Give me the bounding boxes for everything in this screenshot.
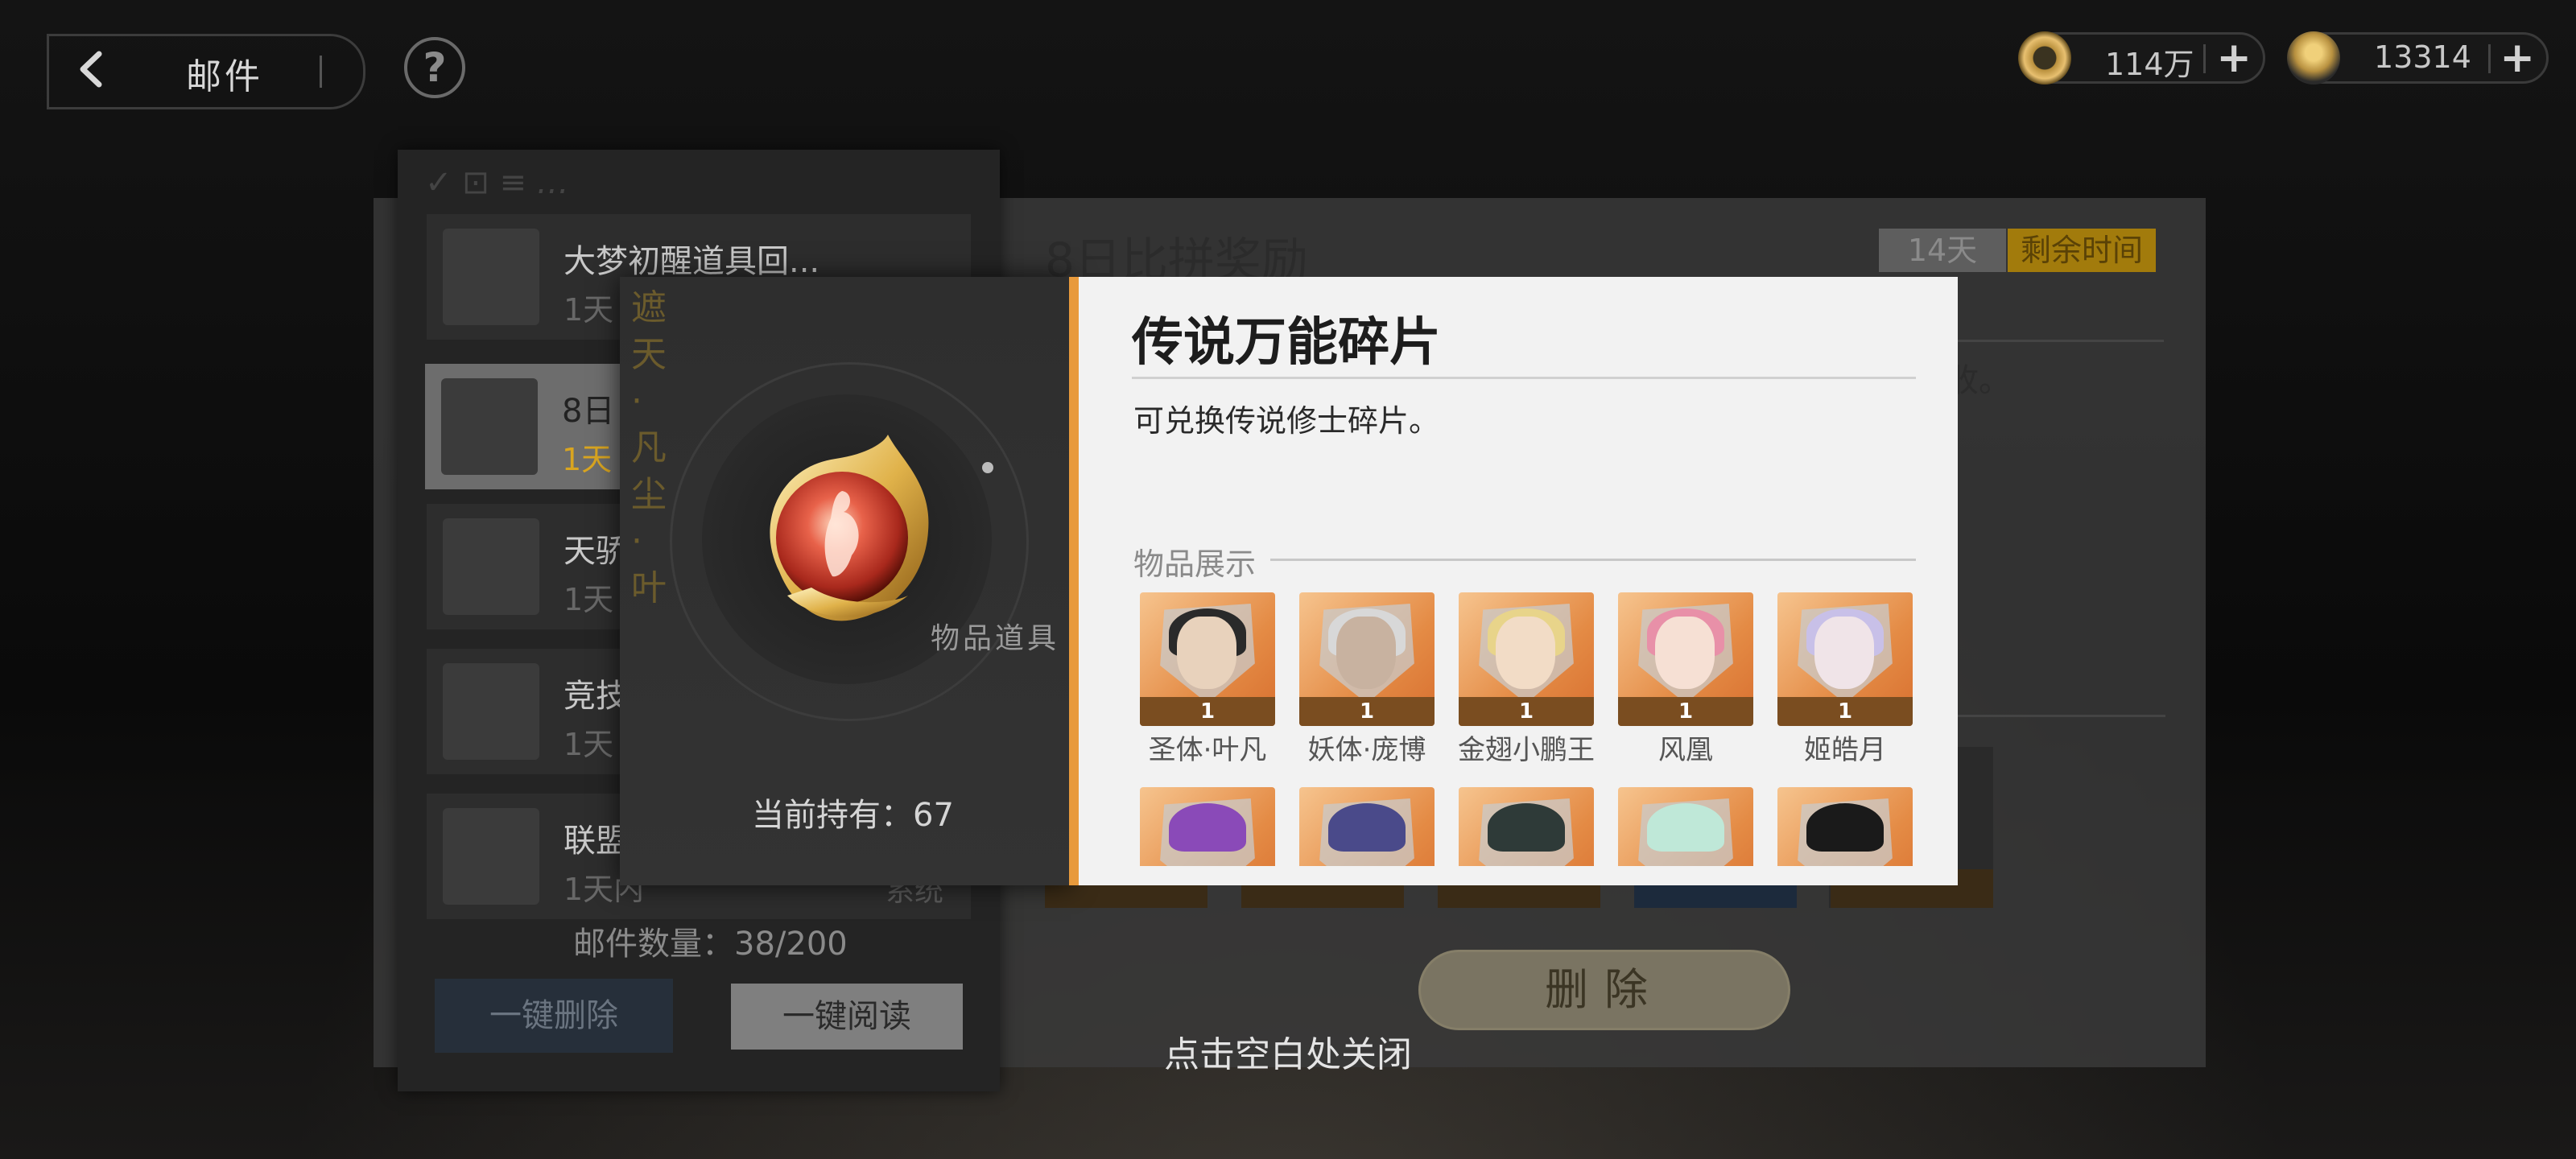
- currency-gems: 13314 +: [2287, 31, 2549, 85]
- item-type-label: 物品道具: [931, 622, 1060, 655]
- hero-card[interactable]: [1299, 787, 1435, 866]
- item-info-panel: 传说万能碎片 可兑换传说修士碎片。 物品展示 1 圣体·叶凡 1 妖体·庞博 1…: [1069, 277, 1958, 885]
- add-coins-button[interactable]: +: [2216, 37, 2252, 79]
- hero-name: 圣体·叶凡: [1148, 734, 1267, 766]
- card-count: 1: [1618, 697, 1753, 726]
- mail-envelope-icon: [443, 808, 539, 905]
- hero-portrait: [1806, 803, 1884, 852]
- read-all-button[interactable]: 一键阅读: [731, 984, 963, 1050]
- hero-face: [1496, 617, 1555, 689]
- days-badge: 14天: [1879, 229, 2006, 272]
- mail-envelope-icon: [443, 518, 539, 615]
- hero-card[interactable]: 1: [1140, 592, 1275, 726]
- hero-card[interactable]: 1: [1618, 592, 1753, 726]
- card-count: 1: [1459, 697, 1594, 726]
- divider: [1932, 715, 2165, 717]
- hero-card[interactable]: 1: [1777, 592, 1913, 726]
- mail-envelope-icon: [441, 378, 538, 475]
- mail-time: 1天: [562, 442, 613, 477]
- mail-title: 竞技: [564, 678, 628, 715]
- coin-icon: [2018, 31, 2071, 85]
- divider: [1132, 377, 1916, 379]
- gem-amount: 13314: [2374, 39, 2471, 75]
- close-hint[interactable]: 点击空白处关闭: [1164, 1025, 1412, 1077]
- hero-name: 金翅小鹏王: [1458, 734, 1595, 766]
- item-description: 可兑换传说修士碎片。: [1133, 403, 1440, 439]
- hero-portrait: [1328, 803, 1406, 852]
- series-vertical-text: 遮天·凡尘·叶: [631, 287, 667, 608]
- item-art-panel: 遮天·凡尘·叶 物品道具 当前持有：67: [620, 277, 1071, 885]
- back-button[interactable]: 邮件: [47, 34, 365, 109]
- card-count: 1: [1777, 697, 1913, 726]
- hero-name: 风凰: [1658, 734, 1713, 766]
- remaining-time-badge: 剩余时间: [2008, 229, 2156, 272]
- divider: [320, 56, 322, 88]
- currency-coins: 114万 +: [2018, 31, 2265, 85]
- mail-time: 1天: [564, 292, 614, 328]
- showcase-grid[interactable]: 1 圣体·叶凡 1 妖体·庞博 1 金翅小鹏王 1 风凰 1 姬皓月: [1140, 592, 1929, 866]
- divider: [2203, 44, 2206, 73]
- mail-title: 天骄: [564, 533, 628, 570]
- hero-card[interactable]: [1618, 787, 1753, 866]
- hero-card[interactable]: [1777, 787, 1913, 866]
- coin-amount: 114万: [2105, 47, 2194, 82]
- hero-card[interactable]: 1: [1459, 592, 1594, 726]
- card-count: 1: [1299, 697, 1435, 726]
- hero-face: [1655, 617, 1715, 689]
- list-header-decoration: ✓ ⊡ ≡ …: [425, 164, 569, 201]
- delete-button[interactable]: 删除: [1418, 950, 1790, 1030]
- hero-name: 姬皓月: [1804, 734, 1886, 766]
- item-name: 传说万能碎片: [1132, 313, 1441, 373]
- help-button[interactable]: ?: [404, 37, 465, 98]
- mail-time: 1天: [564, 727, 614, 762]
- delete-all-button[interactable]: 一键删除: [435, 979, 673, 1053]
- hero-card[interactable]: [1140, 787, 1275, 866]
- mail-title: 联盟: [564, 823, 628, 860]
- hero-card[interactable]: [1459, 787, 1594, 866]
- gem-icon: [2287, 31, 2340, 85]
- hero-card[interactable]: 1: [1299, 592, 1435, 726]
- mail-envelope-icon: [443, 229, 539, 325]
- mail-title: 大梦初醒道具回...: [564, 243, 820, 280]
- hero-name: 妖体·庞博: [1307, 734, 1426, 766]
- hero-face: [1336, 617, 1396, 689]
- hero-portrait: [1169, 803, 1246, 852]
- mail-envelope-icon: [443, 663, 539, 760]
- hero-face: [1177, 617, 1236, 689]
- back-arrow-icon: [80, 51, 102, 88]
- showcase-label: 物品展示: [1133, 547, 1257, 582]
- ring-dot: [982, 462, 993, 473]
- divider: [2488, 44, 2491, 73]
- hero-face: [1814, 617, 1874, 689]
- add-gems-button[interactable]: +: [2500, 37, 2535, 79]
- hero-portrait: [1647, 803, 1724, 852]
- card-count: 1: [1140, 697, 1275, 726]
- page-title: 邮件: [186, 56, 263, 97]
- mail-time: 1天: [564, 582, 614, 617]
- legend-fragment-orb-icon: [770, 435, 929, 621]
- divider: [1270, 559, 1916, 561]
- hero-portrait: [1488, 803, 1565, 852]
- mail-count: 邮件数量：38/200: [573, 926, 848, 963]
- mail-title: 8日: [562, 393, 615, 430]
- owned-count: 当前持有：67: [752, 797, 954, 834]
